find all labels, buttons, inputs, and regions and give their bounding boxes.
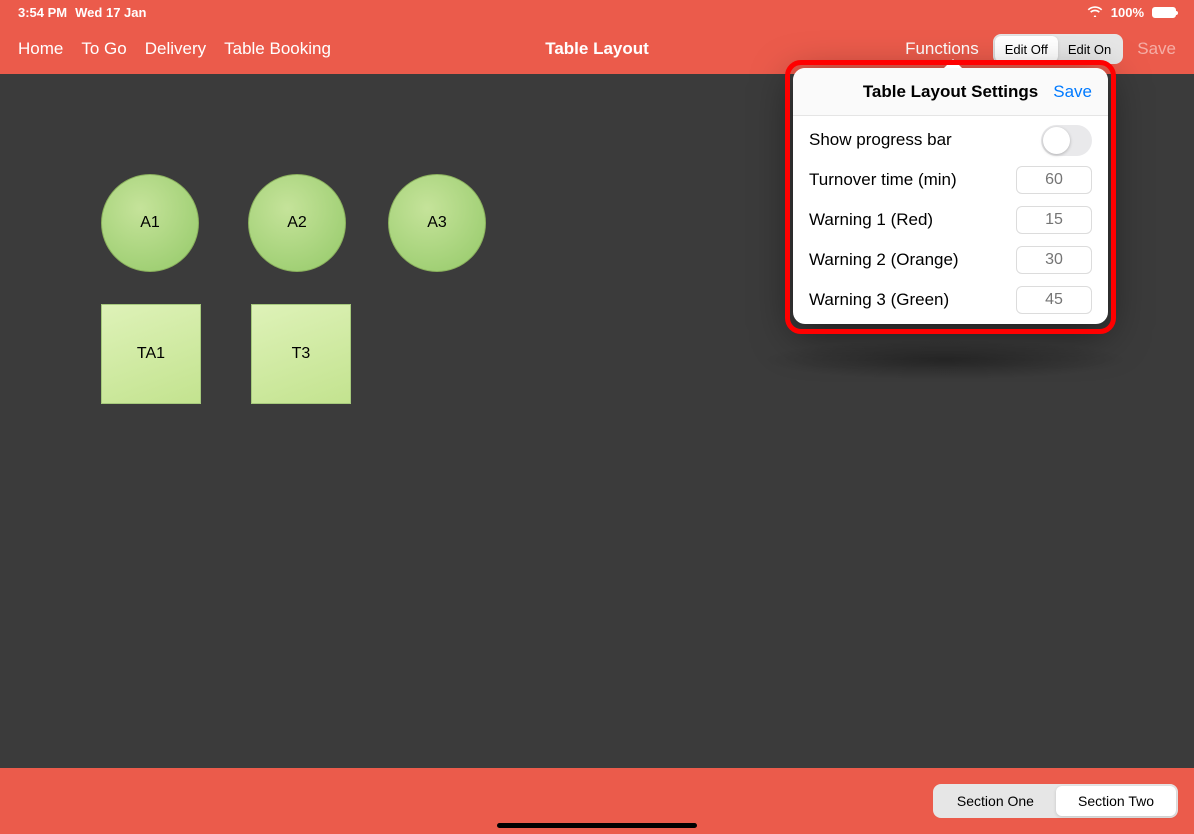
edit-on-button[interactable]: Edit On <box>1058 36 1121 62</box>
functions-button[interactable]: Functions <box>905 39 979 59</box>
status-time: 3:54 PM <box>18 5 67 20</box>
popover-shadow <box>760 340 1130 380</box>
progress-bar-toggle[interactable] <box>1041 125 1092 156</box>
popover-header: Table Layout Settings Save <box>793 68 1108 116</box>
edit-off-button[interactable]: Edit Off <box>995 36 1058 62</box>
table-round-a1[interactable]: A1 <box>101 174 199 272</box>
page-title: Table Layout <box>545 39 649 59</box>
nav-bar: Home To Go Delivery Table Booking Table … <box>0 24 1194 74</box>
section-tab[interactable]: Section One <box>935 786 1056 816</box>
table-round-a3[interactable]: A3 <box>388 174 486 272</box>
settings-popover: Table Layout Settings Save Show progress… <box>793 68 1108 324</box>
section-tab[interactable]: Section Two <box>1056 786 1176 816</box>
setting-row: Show progress bar <box>793 120 1108 160</box>
setting-row: Warning 2 (Orange) <box>793 240 1108 280</box>
home-indicator <box>497 823 697 828</box>
setting-input[interactable] <box>1016 166 1092 194</box>
nav-table-booking[interactable]: Table Booking <box>224 39 331 59</box>
status-date: Wed 17 Jan <box>75 5 146 20</box>
setting-label: Turnover time (min) <box>809 170 957 190</box>
battery-percent: 100% <box>1111 5 1144 20</box>
wifi-icon <box>1087 5 1103 20</box>
table-square-ta1[interactable]: TA1 <box>101 304 201 404</box>
edit-toggle: Edit Off Edit On <box>993 34 1123 64</box>
setting-row: Warning 3 (Green) <box>793 280 1108 320</box>
table-square-t3[interactable]: T3 <box>251 304 351 404</box>
battery-icon <box>1152 7 1176 18</box>
section-selector: Section OneSection Two <box>933 784 1178 818</box>
setting-row: Turnover time (min) <box>793 160 1108 200</box>
setting-label: Warning 3 (Green) <box>809 290 949 310</box>
popover-save-button[interactable]: Save <box>1053 82 1092 102</box>
nav-home[interactable]: Home <box>18 39 63 59</box>
setting-label: Warning 1 (Red) <box>809 210 933 230</box>
status-bar: 3:54 PM Wed 17 Jan 100% <box>0 0 1194 24</box>
setting-label: Show progress bar <box>809 130 952 150</box>
save-button[interactable]: Save <box>1137 39 1176 59</box>
setting-row: Warning 1 (Red) <box>793 200 1108 240</box>
table-round-a2[interactable]: A2 <box>248 174 346 272</box>
nav-left: Home To Go Delivery Table Booking <box>18 39 331 59</box>
setting-input[interactable] <box>1016 246 1092 274</box>
bottom-bar: Section OneSection Two <box>0 768 1194 834</box>
setting-input[interactable] <box>1016 286 1092 314</box>
popover-title: Table Layout Settings <box>863 82 1038 102</box>
setting-label: Warning 2 (Orange) <box>809 250 959 270</box>
setting-input[interactable] <box>1016 206 1092 234</box>
nav-delivery[interactable]: Delivery <box>145 39 206 59</box>
nav-togo[interactable]: To Go <box>81 39 126 59</box>
